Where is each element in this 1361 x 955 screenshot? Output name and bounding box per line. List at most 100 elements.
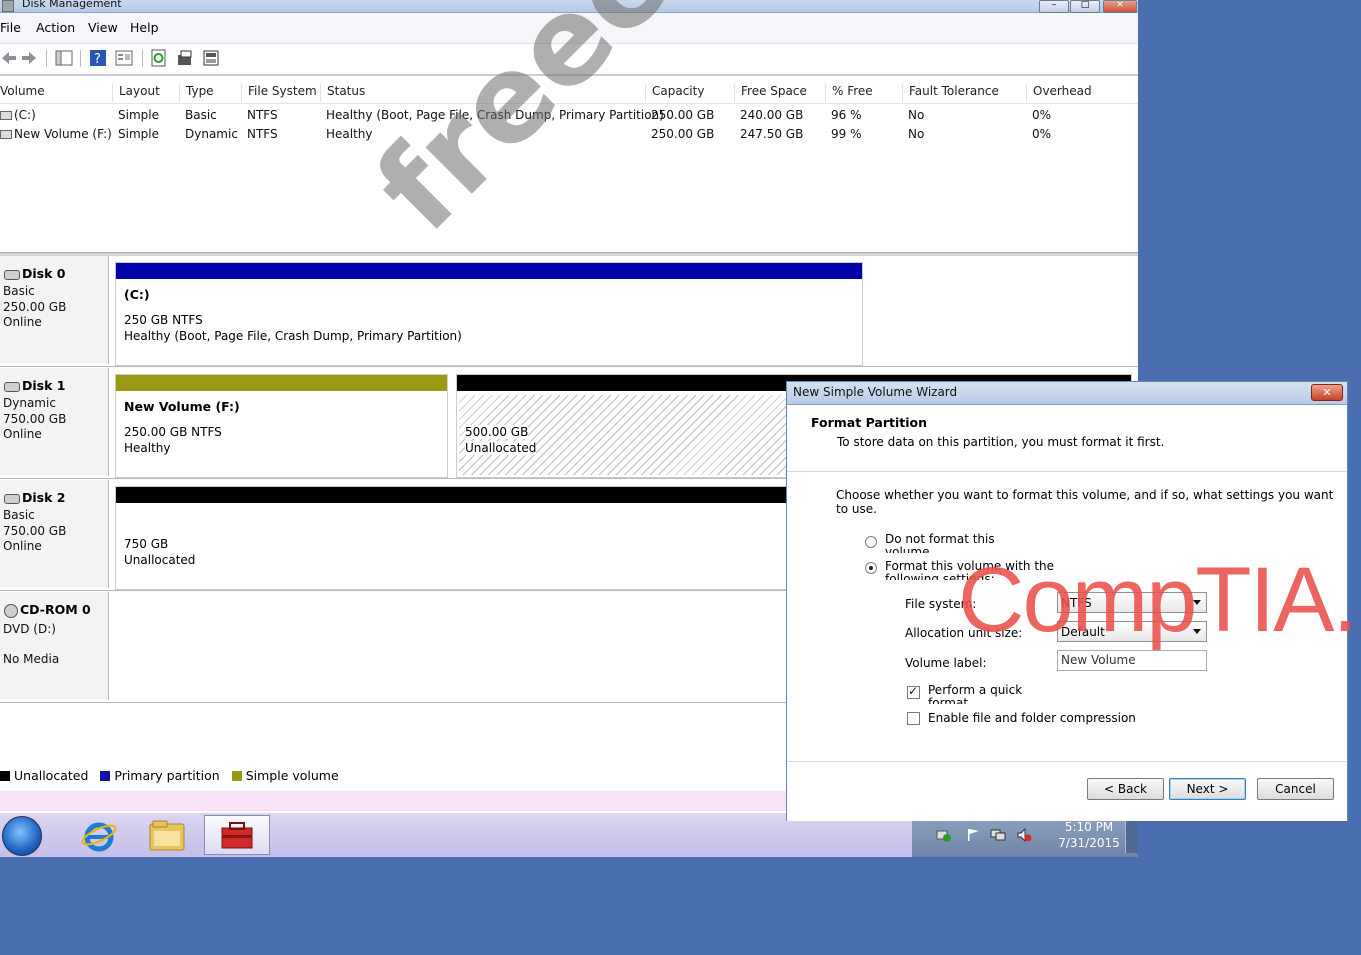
refresh-icon[interactable] (150, 49, 168, 67)
disk-info-disk1[interactable]: Disk 1 Dynamic 750.00 GB Online (0, 368, 109, 476)
taskbar-file-explorer[interactable] (137, 815, 199, 855)
internet-explorer-icon (81, 822, 117, 852)
minimize-button[interactable]: – (1039, 0, 1069, 13)
table-row[interactable]: (C:) Simple Basic NTFS Healthy (Boot, Pa… (0, 108, 1138, 127)
cell-fault-tolerance: No (908, 127, 925, 141)
disk-info-disk2[interactable]: Disk 2 Basic 750.00 GB Online (0, 480, 109, 588)
properties-icon[interactable] (115, 49, 133, 67)
cell-capacity: 250.00 GB (651, 108, 715, 122)
file-system-select[interactable]: NTFS (1057, 592, 1207, 613)
flag-icon[interactable] (966, 828, 982, 842)
partition-size: 750 GB (124, 537, 169, 551)
partition-new-volume-f[interactable]: New Volume (F:) 250.00 GB NTFS Healthy (115, 374, 448, 478)
cell-volume-text: New Volume (F:) (14, 127, 112, 141)
compression-checkbox[interactable] (907, 712, 920, 725)
disk-name: Disk 1 (4, 378, 65, 393)
close-button[interactable]: ✕ (1103, 0, 1137, 13)
disk-management-app-icon (2, 0, 14, 12)
cell-file-system: NTFS (247, 108, 278, 122)
legend-item: Primary partition (100, 768, 220, 783)
start-button[interactable] (2, 816, 42, 856)
network-icon[interactable] (990, 828, 1006, 842)
column-fault-tolerance[interactable]: Fault Tolerance (902, 84, 1025, 102)
partition-status: Unallocated (124, 553, 196, 567)
cancel-button[interactable]: Cancel (1257, 778, 1334, 800)
chevron-down-icon (1193, 600, 1201, 605)
chevron-down-icon (1193, 629, 1201, 634)
cell-volume: New Volume (F:) (0, 127, 112, 141)
column-type[interactable]: Type (179, 84, 241, 102)
cell-capacity: 250.00 GB (651, 127, 715, 141)
radio-format-volume[interactable] (865, 562, 877, 574)
maximize-button[interactable]: □ (1070, 0, 1100, 13)
disk-status: No Media (3, 652, 60, 666)
file-system-label: File system: (905, 597, 977, 611)
svg-text:?: ? (94, 52, 101, 67)
column-layout[interactable]: Layout (112, 84, 179, 102)
allocation-unit-size-label: Allocation unit size: (905, 626, 1023, 640)
window-titlebar[interactable]: Disk Management – □ ✕ (0, 0, 1138, 13)
partition-title: New Volume (F:) (124, 399, 240, 414)
legend-item: Unallocated (0, 768, 88, 783)
next-button[interactable]: Next > (1169, 778, 1246, 800)
taskbar-server-manager[interactable] (204, 815, 270, 855)
compression-label[interactable]: Enable file and folder compression (928, 712, 1168, 727)
cell-overhead: 0% (1032, 127, 1052, 141)
column-volume[interactable]: Volume (0, 84, 105, 102)
action-center-icon[interactable] (936, 828, 952, 842)
column-status[interactable]: Status (320, 84, 645, 102)
wizard-body: Choose whether you want to format this v… (787, 472, 1347, 760)
quick-format-label[interactable]: Perform a quick format (928, 684, 1028, 704)
partition-size: 250 GB NTFS (124, 313, 203, 327)
column-file-system[interactable]: File System (241, 84, 320, 102)
show-hide-tree-icon[interactable] (55, 49, 73, 67)
partition-size: 250.00 GB NTFS (124, 425, 222, 439)
forward-arrow-icon[interactable] (20, 49, 38, 67)
clock[interactable]: 5:10 PM 7/31/2015 (1052, 819, 1126, 851)
disk-info-cdrom0[interactable]: CD-ROM 0 DVD (D:) No Media (0, 592, 109, 700)
partition-color-band (116, 375, 447, 391)
wizard-heading: Format Partition (811, 415, 928, 430)
volume-label-field[interactable] (1057, 650, 1207, 671)
column-percent-free[interactable]: % Free (825, 84, 902, 102)
legend-label: Simple volume (245, 768, 339, 783)
quick-format-checkbox[interactable] (907, 684, 920, 699)
cell-type: Basic (185, 108, 217, 122)
cell-status: Healthy (326, 127, 373, 141)
disk-row-disk0: Disk 0 Basic 250.00 GB Online (C:) 250 G… (0, 256, 1138, 367)
column-overhead[interactable]: Overhead (1026, 84, 1123, 102)
back-button[interactable]: < Back (1087, 778, 1164, 800)
volume-muted-icon[interactable] (1016, 828, 1032, 842)
menu-view[interactable]: View (88, 20, 118, 35)
menu-action[interactable]: Action (36, 20, 75, 35)
menu-file[interactable]: File (0, 20, 21, 35)
taskbar-internet-explorer[interactable] (72, 815, 134, 855)
partition-c[interactable]: (C:) 250 GB NTFS Healthy (Boot, Page Fil… (115, 262, 863, 366)
wizard-subheading: To store data on this partition, you mus… (837, 435, 1165, 449)
volume-label-input[interactable] (1061, 653, 1201, 667)
help-icon[interactable]: ? (89, 49, 107, 67)
show-desktop-button[interactable] (1125, 819, 1138, 853)
partition-size: 500.00 GB (465, 425, 529, 439)
wizard-titlebar[interactable]: New Simple Volume Wizard ✕ (787, 382, 1347, 405)
wizard-close-button[interactable]: ✕ (1311, 384, 1343, 401)
legend-swatch (0, 771, 10, 781)
toolbar-separator (142, 50, 143, 67)
radio-do-not-format-label[interactable]: Do not format this volume (885, 533, 997, 553)
radio-format-volume-label[interactable]: Format this volume with the following se… (885, 560, 1097, 580)
allocation-unit-size-select[interactable]: Default (1057, 621, 1207, 642)
menu-help[interactable]: Help (130, 20, 159, 35)
export-icon[interactable] (176, 49, 194, 67)
partition-title: (C:) (124, 287, 150, 302)
column-free-space[interactable]: Free Space (734, 84, 825, 102)
legend-label: Primary partition (114, 768, 220, 783)
wizard-header: Format Partition To store data on this p… (787, 405, 1347, 472)
rescan-disks-icon[interactable] (202, 49, 220, 67)
disk-status: Online (3, 427, 42, 441)
table-row[interactable]: New Volume (F:) Simple Dynamic NTFS Heal… (0, 127, 1138, 146)
back-arrow-icon[interactable] (0, 49, 18, 67)
disk-info-disk0[interactable]: Disk 0 Basic 250.00 GB Online (0, 256, 109, 364)
radio-do-not-format[interactable] (865, 536, 877, 548)
column-capacity[interactable]: Capacity (645, 84, 734, 102)
legend-label: Unallocated (14, 768, 89, 783)
